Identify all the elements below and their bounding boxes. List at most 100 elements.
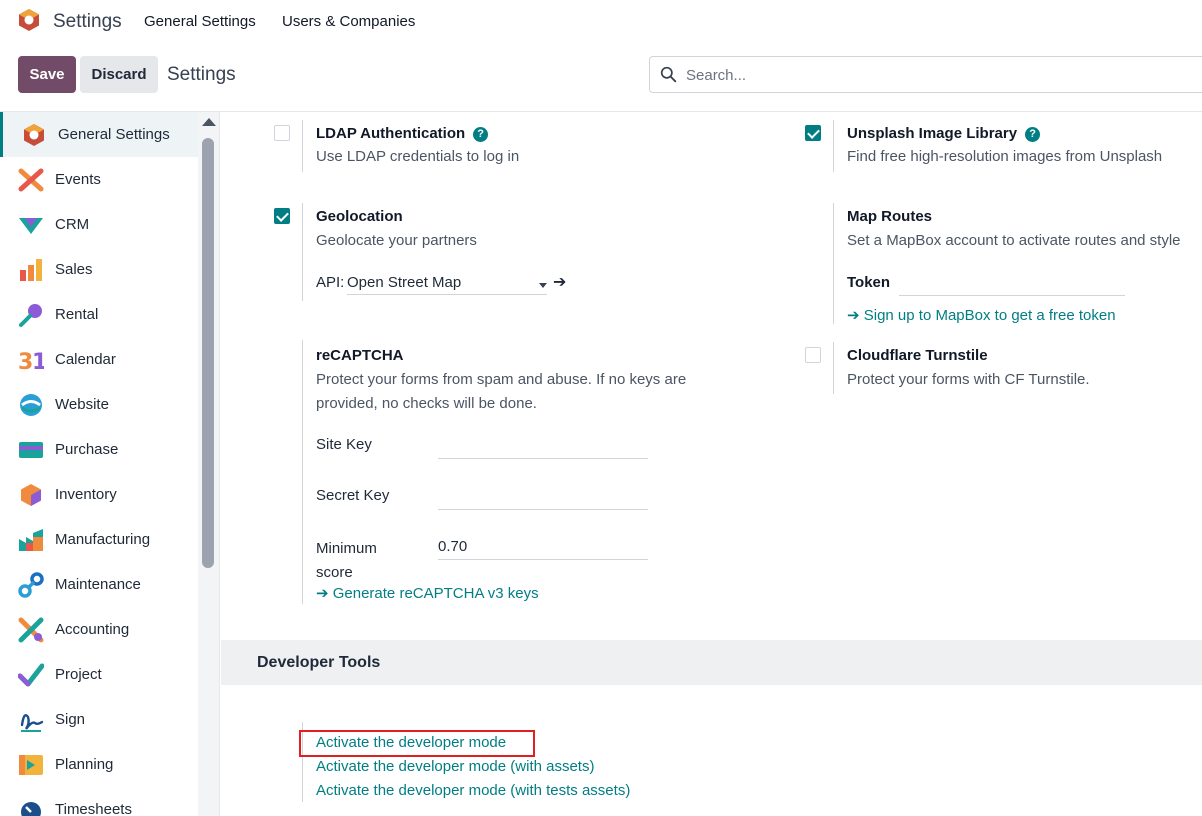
developer-tools-header: Developer Tools bbox=[221, 640, 1202, 685]
project-icon bbox=[18, 663, 44, 686]
geolocation-checkbox[interactable] bbox=[274, 208, 290, 224]
ldap-checkbox[interactable] bbox=[274, 125, 290, 141]
menu-users-companies[interactable]: Users & Companies bbox=[282, 13, 415, 30]
app-title[interactable]: Settings bbox=[53, 11, 122, 33]
sidebar-item-label: Sales bbox=[55, 261, 93, 278]
sidebar-item-label: CRM bbox=[55, 216, 90, 233]
cloudflare-checkbox[interactable] bbox=[805, 347, 821, 363]
sidebar-item-label: Planning bbox=[55, 756, 114, 773]
setting-divider bbox=[302, 340, 303, 604]
search-input[interactable] bbox=[686, 63, 1186, 87]
unsplash-description: Find free high-resolution images from Un… bbox=[847, 148, 1163, 165]
sidebar-item-label: Project bbox=[55, 666, 102, 683]
cloudflare-description: Protect your forms with CF Turnstile. bbox=[847, 371, 1090, 388]
sidebar-item-label: Accounting bbox=[55, 621, 130, 638]
settings-app-icon[interactable] bbox=[17, 8, 41, 32]
token-label: Token bbox=[847, 274, 891, 291]
ldap-description: Use LDAP credentials to log in bbox=[316, 148, 520, 165]
menu-general-settings[interactable]: General Settings bbox=[144, 13, 256, 30]
sidebar-item-rental[interactable]: Rental bbox=[0, 292, 198, 337]
site-key-input[interactable] bbox=[438, 458, 648, 459]
setting-divider bbox=[833, 120, 834, 172]
planning-icon bbox=[19, 754, 43, 775]
save-button[interactable]: Save bbox=[18, 56, 76, 93]
sales-icon bbox=[20, 258, 42, 281]
sidebar-item-project[interactable]: Project bbox=[0, 652, 198, 697]
settings-sidebar: General Settings Events CRM Sales Rental… bbox=[0, 112, 198, 816]
sidebar-item-maintenance[interactable]: Maintenance bbox=[0, 562, 198, 607]
highlight-box bbox=[299, 730, 535, 757]
arrow-right-icon[interactable]: ➔ bbox=[553, 272, 566, 292]
setting-divider bbox=[833, 342, 834, 394]
sidebar-item-label: Events bbox=[55, 171, 101, 188]
sidebar-item-label: Calendar bbox=[55, 351, 116, 368]
scroll-up-icon[interactable] bbox=[202, 118, 216, 126]
cloudflare-title: Cloudflare Turnstile bbox=[847, 347, 988, 364]
search-box[interactable] bbox=[649, 56, 1202, 93]
minimum-score-underline bbox=[438, 559, 648, 560]
sidebar-item-calendar[interactable]: 31 Calendar bbox=[0, 337, 198, 382]
sidebar-item-sign[interactable]: Sign bbox=[0, 697, 198, 742]
activate-developer-mode-assets-link[interactable]: Activate the developer mode (with assets… bbox=[316, 758, 594, 775]
site-key-label: Site Key bbox=[316, 436, 372, 453]
api-select-underline bbox=[347, 294, 547, 295]
sidebar-item-purchase[interactable]: Purchase bbox=[0, 427, 198, 472]
sidebar-item-label: Maintenance bbox=[55, 576, 141, 593]
sidebar-item-accounting[interactable]: Accounting bbox=[0, 607, 198, 652]
sidebar-item-manufacturing[interactable]: Manufacturing bbox=[0, 517, 198, 562]
sidebar-item-website[interactable]: Website bbox=[0, 382, 198, 427]
rental-icon bbox=[19, 303, 42, 327]
inventory-icon bbox=[21, 483, 41, 506]
sidebar-item-crm[interactable]: CRM bbox=[0, 202, 198, 247]
purchase-icon bbox=[19, 441, 43, 458]
ldap-title: LDAP Authentication? bbox=[316, 125, 489, 142]
setting-divider bbox=[302, 203, 303, 301]
sidebar-item-timesheets[interactable]: Timesheets bbox=[0, 787, 198, 816]
crm-icon bbox=[19, 217, 43, 234]
sidebar-item-label: Website bbox=[55, 396, 109, 413]
recaptcha-title: reCAPTCHA bbox=[316, 347, 404, 364]
help-icon[interactable]: ? bbox=[1025, 127, 1041, 142]
api-select[interactable]: Open Street Map bbox=[347, 274, 461, 291]
events-icon bbox=[18, 168, 44, 191]
svg-text:1: 1 bbox=[32, 350, 44, 373]
sidebar-item-events[interactable]: Events bbox=[0, 157, 198, 202]
sidebar-item-planning[interactable]: Planning bbox=[0, 742, 198, 787]
top-navbar: Settings General Settings Users & Compan… bbox=[0, 0, 1202, 44]
generate-recaptcha-keys-link[interactable]: ➔ Generate reCAPTCHA v3 keys bbox=[316, 584, 539, 602]
timesheets-icon bbox=[21, 801, 41, 816]
secret-key-input[interactable] bbox=[438, 509, 648, 510]
sidebar-scrollbar[interactable] bbox=[198, 112, 220, 816]
minimum-score-input[interactable]: 0.70 bbox=[438, 538, 467, 555]
api-label: API: bbox=[316, 274, 345, 291]
mapbox-signup-link[interactable]: ➔ Sign up to MapBox to get a free token bbox=[847, 306, 1116, 324]
sidebar-item-general-settings[interactable]: General Settings bbox=[0, 112, 198, 157]
sidebar-item-label: Manufacturing bbox=[55, 531, 151, 548]
help-icon[interactable]: ? bbox=[473, 127, 489, 142]
website-icon bbox=[20, 393, 42, 416]
scrollbar-thumb[interactable] bbox=[202, 138, 214, 568]
sidebar-item-label: Purchase bbox=[55, 441, 119, 458]
setting-divider bbox=[302, 120, 303, 172]
sidebar-item-sales[interactable]: Sales bbox=[0, 247, 198, 292]
discard-button[interactable]: Discard bbox=[80, 56, 158, 93]
minimum-score-label: Minimum score bbox=[316, 540, 377, 581]
geolocation-title: Geolocation bbox=[316, 208, 403, 225]
unsplash-checkbox[interactable] bbox=[805, 125, 821, 141]
sidebar-item-label: Sign bbox=[55, 711, 86, 728]
calendar-icon: 31 bbox=[18, 350, 44, 373]
chevron-down-icon[interactable] bbox=[539, 283, 547, 288]
manufacturing-icon bbox=[19, 528, 43, 551]
secret-key-label: Secret Key bbox=[316, 487, 390, 504]
sidebar-item-label: Rental bbox=[55, 306, 99, 323]
breadcrumb: Settings bbox=[167, 64, 236, 85]
unsplash-title: Unsplash Image Library? bbox=[847, 125, 1041, 142]
sidebar-item-label: Inventory bbox=[55, 486, 117, 503]
sidebar-item-inventory[interactable]: Inventory bbox=[0, 472, 198, 517]
token-input[interactable] bbox=[899, 295, 1125, 296]
activate-developer-mode-tests-assets-link[interactable]: Activate the developer mode (with tests … bbox=[316, 782, 630, 799]
settings-icon bbox=[24, 123, 44, 146]
map-routes-description: Set a MapBox account to activate routes … bbox=[847, 232, 1181, 249]
accounting-icon bbox=[18, 617, 44, 642]
setting-divider bbox=[833, 203, 834, 324]
